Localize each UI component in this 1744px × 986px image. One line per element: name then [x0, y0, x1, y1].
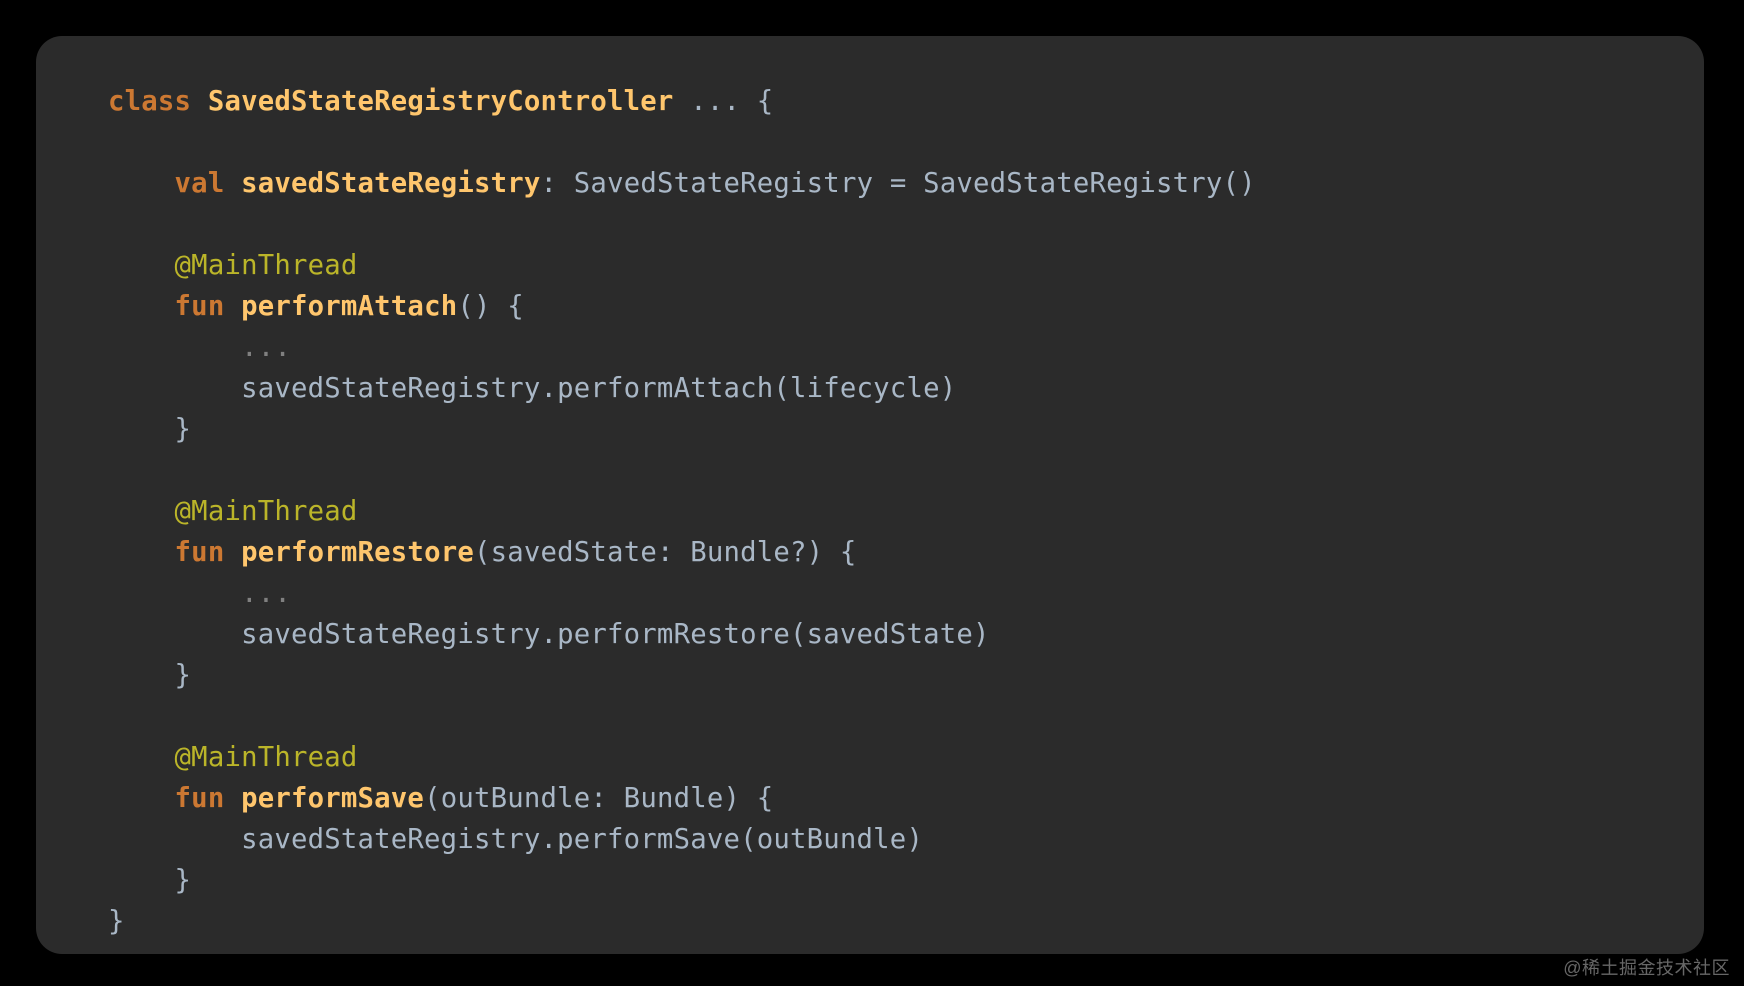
keyword-fun: fun: [175, 783, 225, 814]
watermark-text: @稀土掘金技术社区: [1563, 954, 1730, 980]
class-close-brace: }: [108, 906, 125, 937]
property-name: savedStateRegistry: [241, 168, 540, 199]
code-block: class SavedStateRegistryController ... {…: [108, 81, 1704, 942]
annotation: @MainThread: [175, 742, 358, 773]
ellipsis: ...: [674, 86, 757, 117]
class-name: SavedStateRegistryController: [208, 86, 674, 117]
annotation: @MainThread: [175, 250, 358, 281]
constructor-call: SavedStateRegistry(): [923, 168, 1256, 199]
keyword-fun: fun: [175, 291, 225, 322]
call-performSave: savedStateRegistry.performSave(outBundle…: [241, 824, 923, 855]
open-brace: {: [757, 86, 774, 117]
fun-performSave: performSave: [241, 783, 424, 814]
keyword-class: class: [108, 86, 191, 117]
keyword-fun: fun: [175, 537, 225, 568]
body-ellipsis: ...: [241, 578, 291, 609]
annotation: @MainThread: [175, 496, 358, 527]
body-ellipsis: ...: [241, 332, 291, 363]
code-panel: class SavedStateRegistryController ... {…: [36, 36, 1704, 954]
fun-performRestore: performRestore: [241, 537, 474, 568]
fun-performAttach: performAttach: [241, 291, 457, 322]
call-performAttach: savedStateRegistry.performAttach(lifecyc…: [241, 373, 956, 404]
property-type: SavedStateRegistry: [574, 168, 873, 199]
call-performRestore: savedStateRegistry.performRestore(savedS…: [241, 619, 990, 650]
keyword-val: val: [175, 168, 225, 199]
